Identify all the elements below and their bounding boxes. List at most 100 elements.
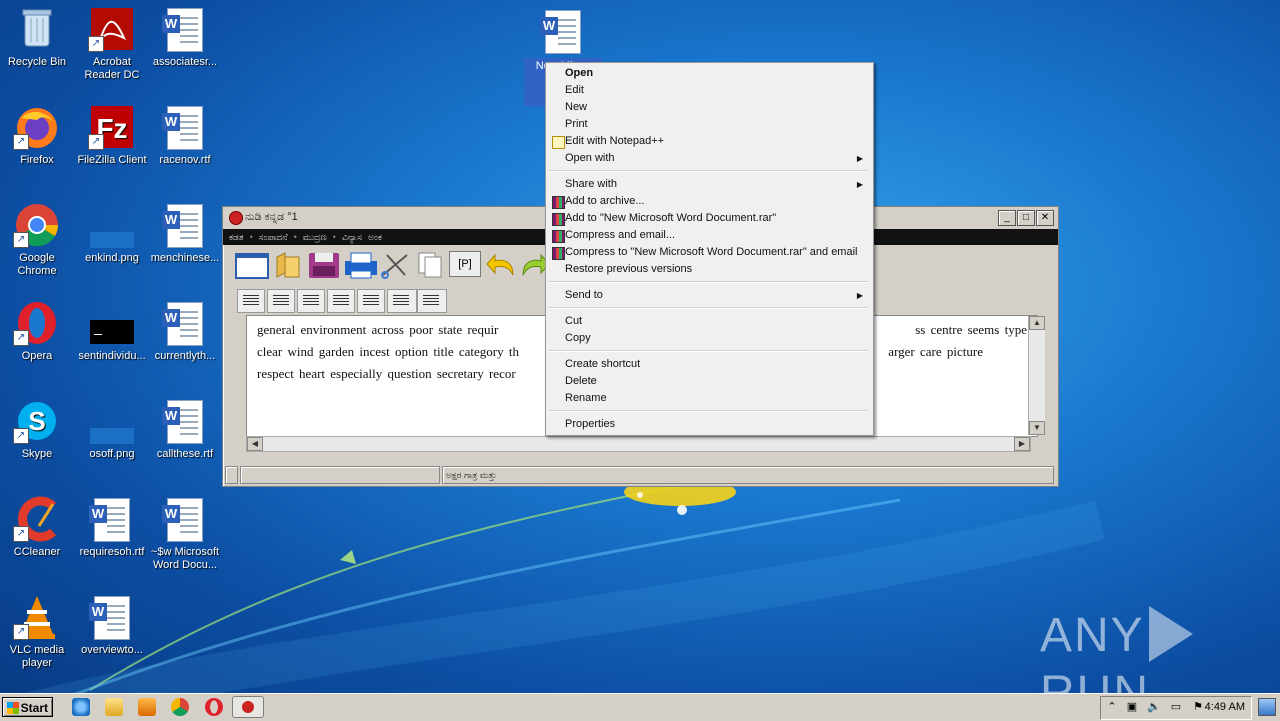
align-center-icon[interactable]: [267, 289, 295, 313]
menu-item-properties[interactable]: Properties: [548, 416, 869, 433]
save-icon[interactable]: [307, 251, 339, 279]
menu-item-compress-email[interactable]: Compress and email...: [548, 227, 869, 244]
menu-item-rename[interactable]: Rename: [548, 390, 869, 407]
desktop-icon-firefox[interactable]: ↗ Firefox: [0, 104, 74, 167]
menu-item[interactable]: ವಿನ್ಯಾಸ: [342, 229, 362, 245]
clock[interactable]: 4:49 AM: [1205, 701, 1245, 713]
menu-item-edit[interactable]: Edit: [548, 82, 869, 99]
align-left-icon[interactable]: [237, 289, 265, 313]
menu-item-edit-notepadpp[interactable]: Edit with Notepad++: [548, 133, 869, 150]
scroll-right-icon[interactable]: ▶: [1014, 437, 1030, 451]
show-hidden-icons-icon[interactable]: ⌃: [1105, 701, 1119, 714]
desktop-icon-osoff[interactable]: osoff.png: [75, 398, 149, 461]
menu-item-cut[interactable]: Cut: [548, 313, 869, 330]
desktop-icon-overviewto[interactable]: W overviewto...: [75, 594, 149, 657]
menu-item-label: New: [565, 101, 588, 113]
desktop-icon-currentlyth[interactable]: W currentlyth...: [148, 300, 222, 363]
open-folder-icon[interactable]: [273, 251, 305, 279]
numbered-list-icon[interactable]: [357, 289, 385, 313]
menu-item-delete[interactable]: Delete: [548, 373, 869, 390]
desktop-icon-filezilla[interactable]: Fz ↗ FileZilla Client: [75, 104, 149, 167]
menu-item-label: Cut: [565, 315, 583, 327]
cut-icon[interactable]: [379, 251, 411, 279]
opera-icon[interactable]: [205, 698, 223, 716]
desktop-icon-chrome[interactable]: ↗ Google Chrome: [0, 202, 74, 278]
desktop-icon-associatesr[interactable]: W associatesr...: [148, 6, 222, 69]
action-center-flag-icon[interactable]: ⚑: [1191, 701, 1205, 714]
menu-item-copy[interactable]: Copy: [548, 330, 869, 347]
desktop-icon-opera[interactable]: ↗ Opera: [0, 300, 74, 363]
nudi-icon[interactable]: [232, 696, 264, 718]
display-icon[interactable]: ▭: [1169, 701, 1183, 714]
desktop-icon-enkind[interactable]: enkind.png: [75, 202, 149, 265]
network-icon[interactable]: ▣: [1125, 701, 1139, 714]
desktop-icon-vlc[interactable]: ↗ VLC media player: [0, 594, 74, 670]
desktop-icon-requiresoh[interactable]: W requiresoh.rtf: [75, 496, 149, 559]
media-player-icon[interactable]: [138, 698, 156, 716]
menu-item-add-to-archive[interactable]: Add to archive...: [548, 193, 869, 210]
desktop-icon-label: currentlyth...: [154, 350, 216, 362]
word-document-icon: W: [161, 104, 209, 150]
print-icon[interactable]: [343, 251, 377, 279]
copy-icon[interactable]: [415, 251, 447, 279]
undo-icon[interactable]: [485, 251, 517, 279]
scroll-up-icon[interactable]: ▲: [1029, 316, 1045, 330]
close-button[interactable]: ✕: [1036, 210, 1054, 226]
paste-icon[interactable]: [P]: [449, 251, 481, 279]
skype-icon: S ↗: [13, 398, 61, 444]
menu-item-label: Properties: [565, 418, 616, 430]
ie-icon[interactable]: [72, 698, 90, 716]
vertical-scrollbar[interactable]: ▲ ▼: [1028, 316, 1045, 435]
outdent-icon[interactable]: [417, 289, 447, 313]
minimize-button[interactable]: _: [998, 210, 1016, 226]
volume-icon[interactable]: 🔈: [1147, 701, 1161, 714]
menu-item-print[interactable]: Print: [548, 116, 869, 133]
explorer-icon[interactable]: [105, 698, 123, 716]
shortcut-arrow-icon: ↗: [13, 428, 29, 444]
menu-item-open[interactable]: Open: [548, 65, 869, 82]
align-right-icon[interactable]: [297, 289, 325, 313]
menu-item-add-to-rar[interactable]: Add to "New Microsoft Word Document.rar": [548, 210, 869, 227]
desktop-icon-label: ~$w Microsoft Word Docu...: [150, 546, 220, 571]
menu-item-compress-rar-email[interactable]: Compress to "New Microsoft Word Document…: [548, 244, 869, 261]
menu-item-label: Print: [565, 118, 588, 130]
menu-item[interactable]: ಅಂಕ: [368, 229, 382, 245]
desktop-icon-skype[interactable]: S ↗ Skype: [0, 398, 74, 461]
desktop-icon-ccleaner[interactable]: ↗ CCleaner: [0, 496, 74, 559]
menu-item[interactable]: ಕಡತ: [229, 229, 244, 245]
indent-icon[interactable]: [387, 289, 417, 313]
menu-item-label: Delete: [565, 375, 597, 387]
justify-icon[interactable]: [327, 289, 355, 313]
desktop-icon-word-temp[interactable]: W ~$w Microsoft Word Docu...: [148, 496, 222, 572]
document-line-end: arger care picture: [888, 344, 983, 359]
menu-item-create-shortcut[interactable]: Create shortcut: [548, 356, 869, 373]
desktop-icon-sentindividu[interactable]: sentindividu...: [75, 300, 149, 363]
menu-item-send-to[interactable]: Send to ▶: [548, 287, 869, 304]
menu-item-share-with[interactable]: Share with ▶: [548, 176, 869, 193]
desktop-icon-callthese[interactable]: W callthese.rtf: [148, 398, 222, 461]
scroll-left-icon[interactable]: ◀: [247, 437, 263, 451]
desktop-icon-menchinese[interactable]: W menchinese...: [148, 202, 222, 265]
winrar-icon: [552, 230, 565, 243]
desktop-icon-acrobat[interactable]: ↗ Acrobat Reader DC: [75, 6, 149, 82]
menu-item[interactable]: ಸಂಪಾದನೆ: [259, 229, 288, 245]
new-document-icon[interactable]: [235, 251, 269, 279]
desktop-icon-label: enkind.png: [85, 252, 139, 264]
desktop-icon-racenov[interactable]: W racenov.rtf: [148, 104, 222, 167]
menu-item-open-with[interactable]: Open with ▶: [548, 150, 869, 167]
app-icon: [229, 211, 243, 225]
chrome-icon[interactable]: [171, 698, 189, 716]
show-desktop-button[interactable]: [1258, 698, 1276, 716]
desktop-icon-label: callthese.rtf: [156, 448, 214, 460]
menu-item-new[interactable]: New: [548, 99, 869, 116]
shortcut-arrow-icon: ↗: [13, 330, 29, 346]
horizontal-scrollbar[interactable]: ◀ ▶: [246, 436, 1031, 452]
menu-item-restore-previous[interactable]: Restore previous versions: [548, 261, 869, 278]
desktop-icon-recycle-bin[interactable]: Recycle Bin: [0, 6, 74, 69]
start-button[interactable]: Start: [2, 697, 53, 717]
png-file-icon: [88, 398, 136, 444]
maximize-button[interactable]: □: [1017, 210, 1035, 226]
taskbar: Start ⌃ ▣ 🔈 ▭ ⚑ 4:49 AM: [0, 693, 1280, 721]
menu-item[interactable]: ಮುದ್ರಣ: [303, 229, 327, 245]
scroll-down-icon[interactable]: ▼: [1029, 421, 1045, 435]
